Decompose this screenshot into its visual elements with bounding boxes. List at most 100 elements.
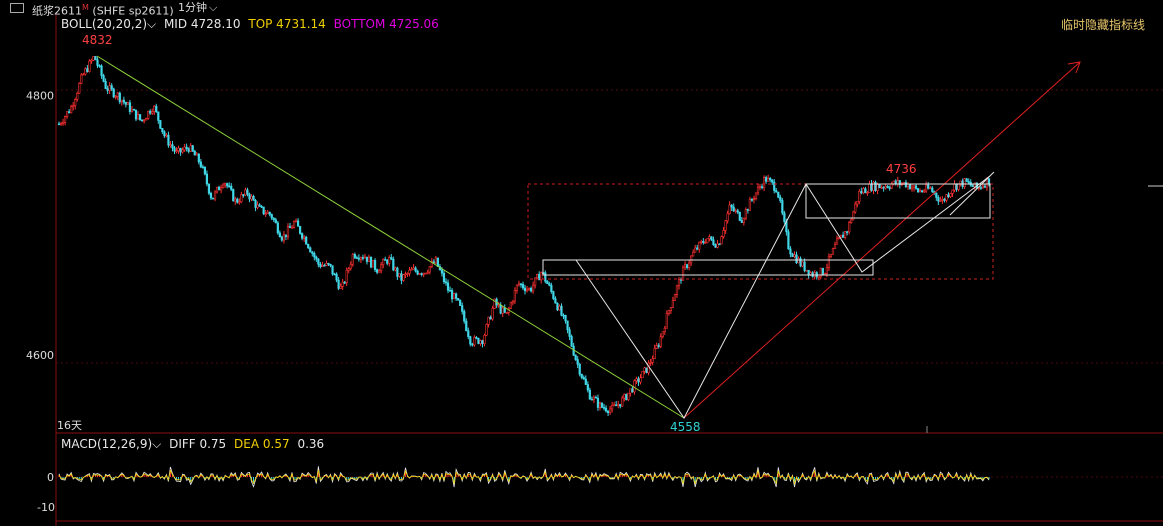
candle <box>544 272 547 282</box>
candle <box>276 222 279 234</box>
candle <box>864 188 867 194</box>
uptrend-ray[interactable] <box>683 61 1081 419</box>
candle <box>110 85 113 90</box>
candle <box>294 220 298 223</box>
candle <box>916 188 920 193</box>
candle <box>173 147 176 152</box>
candle <box>949 193 952 198</box>
candle <box>868 183 871 193</box>
candle <box>268 211 271 215</box>
candle <box>86 68 89 72</box>
candle <box>440 269 444 274</box>
candle <box>414 267 417 272</box>
candle <box>209 192 213 199</box>
candle <box>564 314 567 322</box>
candle <box>839 234 843 238</box>
candle <box>384 259 387 261</box>
downtrend-line[interactable] <box>96 55 685 419</box>
candle <box>114 96 117 98</box>
candle <box>807 269 810 276</box>
candle <box>918 190 922 193</box>
candle <box>479 340 482 344</box>
candle <box>106 88 109 91</box>
candle <box>625 394 628 401</box>
candle <box>72 105 75 107</box>
candle <box>442 272 446 283</box>
candle <box>878 184 881 189</box>
candle <box>578 364 581 375</box>
candle <box>801 261 804 267</box>
candle <box>665 313 668 329</box>
candle <box>880 186 883 189</box>
candle <box>331 265 334 275</box>
candle <box>609 408 612 413</box>
candle <box>760 186 764 189</box>
candle <box>396 267 399 277</box>
candle <box>189 145 192 152</box>
candle <box>116 92 119 97</box>
candle <box>866 192 869 194</box>
candle <box>365 256 369 262</box>
candle <box>155 105 158 113</box>
candle <box>827 256 831 268</box>
candle <box>671 300 675 308</box>
candle <box>955 183 958 190</box>
candle <box>781 200 784 214</box>
channel-line[interactable] <box>949 171 995 216</box>
range-box-dashed[interactable] <box>527 183 994 280</box>
candle <box>205 173 209 185</box>
candle <box>673 294 677 301</box>
candle <box>185 146 188 149</box>
candle <box>57 123 61 126</box>
candle <box>390 257 393 260</box>
candle <box>193 150 196 156</box>
candle <box>455 293 458 299</box>
candle <box>706 238 709 243</box>
candle <box>418 273 421 275</box>
candle <box>560 305 563 316</box>
candle <box>319 264 322 267</box>
candle <box>246 189 249 195</box>
candle <box>140 119 144 122</box>
candle <box>623 394 626 399</box>
candle <box>467 330 470 337</box>
candle <box>803 261 806 271</box>
candle <box>657 345 660 347</box>
candle <box>68 111 71 114</box>
candle <box>258 204 261 207</box>
candle <box>963 178 966 187</box>
candle <box>769 177 772 181</box>
candle <box>756 186 760 194</box>
candle <box>777 191 780 198</box>
candle <box>305 236 308 245</box>
candle <box>791 253 794 257</box>
candle <box>264 213 267 216</box>
candle <box>742 217 745 223</box>
candle <box>586 384 589 391</box>
candle <box>349 264 352 269</box>
candle <box>712 239 715 246</box>
candle <box>746 209 749 211</box>
candle <box>491 307 494 320</box>
candle <box>613 404 616 407</box>
candle <box>378 270 381 273</box>
candle <box>215 186 219 193</box>
consolidation-box-high[interactable] <box>805 183 991 219</box>
candle <box>213 191 217 200</box>
candle <box>649 362 652 364</box>
candle <box>220 187 223 191</box>
candle <box>655 345 658 349</box>
candle <box>568 329 571 337</box>
candle <box>846 231 849 233</box>
candle <box>773 181 776 191</box>
candle <box>602 407 606 409</box>
candle <box>532 284 535 292</box>
price-chart[interactable]: 4800 4600 0 -10 4832 4736 4558 <box>0 0 1163 526</box>
price-annotation: 4558 <box>670 420 701 434</box>
candle <box>669 306 672 312</box>
candle <box>793 254 796 257</box>
candle <box>102 75 105 82</box>
candle <box>844 231 847 238</box>
candle <box>361 257 365 259</box>
candle <box>222 184 225 188</box>
